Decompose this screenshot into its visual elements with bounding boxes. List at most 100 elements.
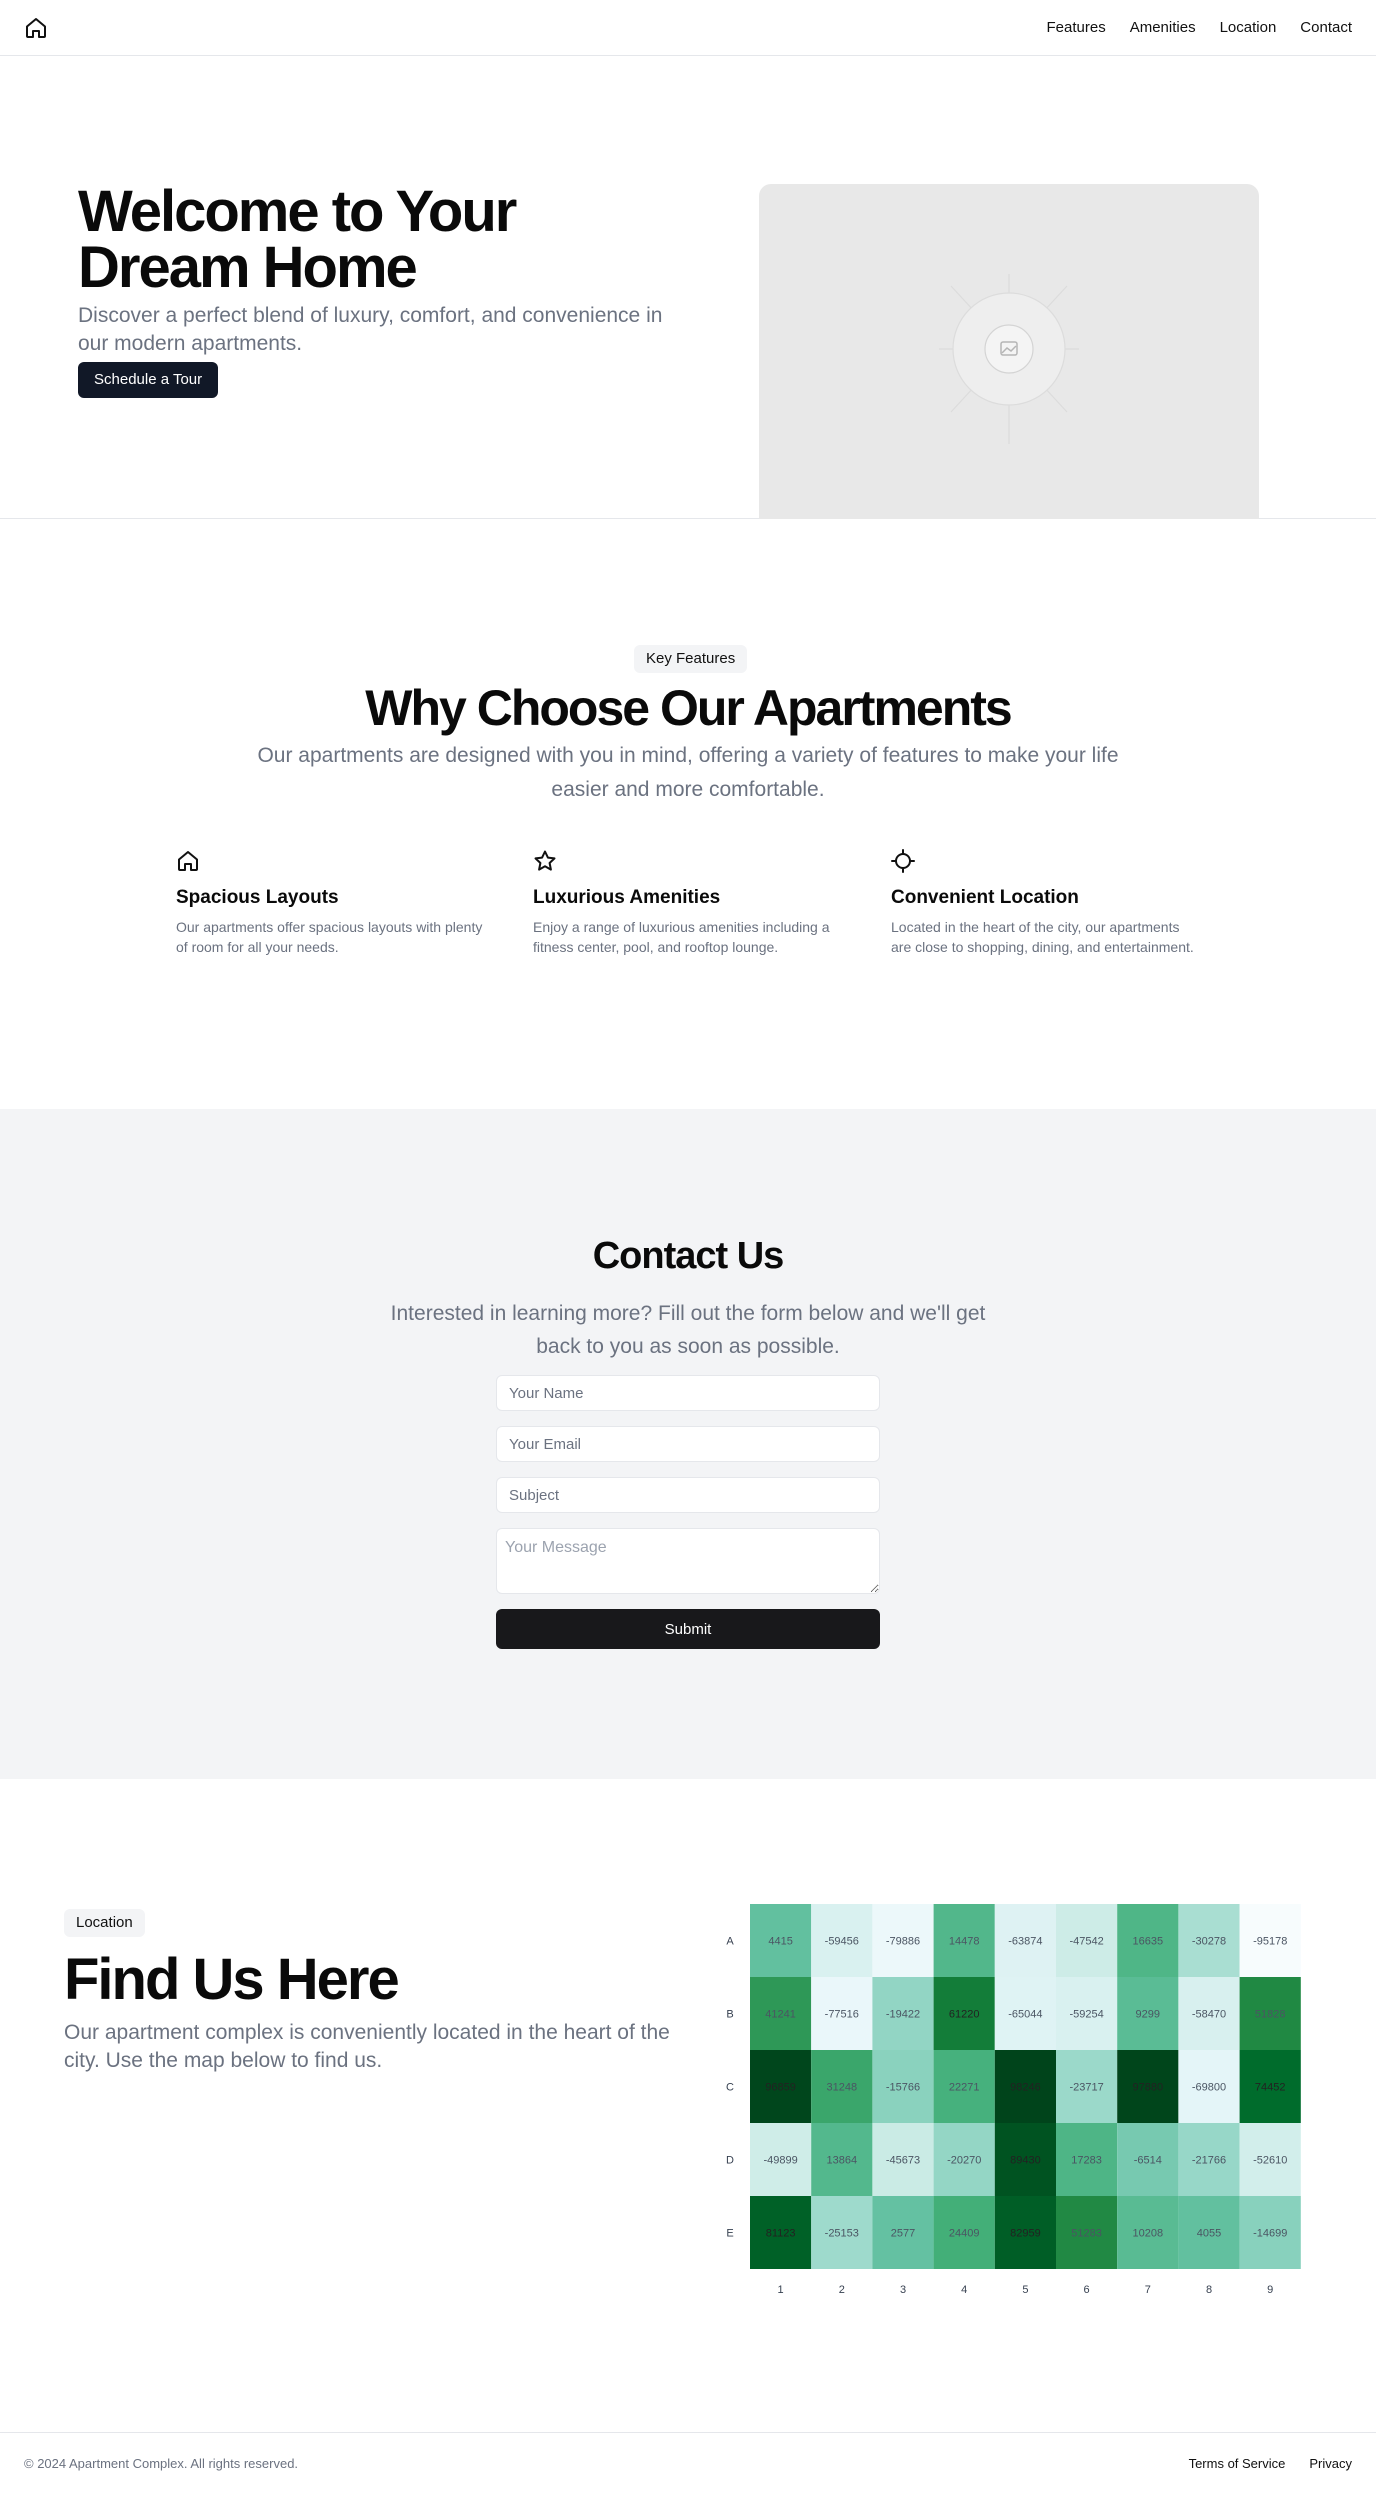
heatmap-cell-label: 22271 (949, 2082, 980, 2094)
heatmap-cell-label: 81123 (766, 2228, 796, 2240)
heatmap-row-label: C (726, 2082, 734, 2094)
name-field[interactable] (496, 1375, 880, 1411)
location-title: Find Us Here (64, 1947, 400, 2012)
feature-text: Enjoy a range of luxurious amenities inc… (533, 919, 830, 955)
heatmap-col-label: 1 (778, 2284, 784, 2296)
site-footer: © 2024 Apartment Complex. All rights res… (0, 2432, 1376, 2493)
footer-links: Terms of Service Privacy (1189, 2456, 1352, 2471)
heatmap-cell-label: 4055 (1197, 2228, 1221, 2240)
location-badge: Location (64, 1909, 145, 1937)
message-field[interactable] (496, 1528, 880, 1594)
email-field[interactable] (496, 1426, 880, 1462)
heatmap-cell-label: -77516 (825, 2009, 859, 2021)
heatmap-cell-label: 4415 (768, 1936, 792, 1948)
features-section: Key Features Why Choose Our Apartments O… (0, 519, 1376, 1109)
heatmap-row-label: E (726, 2228, 733, 2240)
heatmap-col-label: 7 (1145, 2284, 1151, 2296)
heatmap-cell-label: -21766 (1192, 2155, 1226, 2167)
heatmap-cell-label: 98246 (1010, 2082, 1041, 2094)
heatmap-cell-label: 13864 (827, 2155, 858, 2167)
feature-title: Convenient Location (891, 887, 1079, 908)
heatmap-cell-label: -23717 (1069, 2082, 1103, 2094)
heatmap-cell-label: 41241 (765, 2009, 796, 2021)
image-placeholder-icon (939, 274, 1079, 444)
nav-amenities[interactable]: Amenities (1130, 19, 1196, 36)
heatmap-cell-label: 51828 (1255, 2009, 1286, 2021)
heatmap-cell-label: 96859 (765, 2082, 796, 2094)
hero-title: Welcome to Your Dream Home (78, 179, 517, 300)
heatmap-cell-label: -14699 (1253, 2228, 1287, 2240)
heatmap-cell-label: 16635 (1133, 1936, 1164, 1948)
site-header: Features Amenities Location Contact (0, 0, 1376, 56)
heatmap-cell-label: -59456 (825, 1936, 859, 1948)
home-icon (176, 849, 200, 873)
nav-location[interactable]: Location (1220, 19, 1277, 36)
heatmap-cell-label: -47542 (1069, 1936, 1103, 1948)
features-badge: Key Features (634, 645, 748, 673)
home-icon[interactable] (24, 16, 48, 40)
location-section: Location Find Us Here Our apartment comp… (0, 1779, 1376, 2432)
features-subtitle: Our apartments are designed with you in … (257, 744, 1119, 801)
feature-spacious-layouts: Spacious Layouts Our apartments offer sp… (176, 849, 486, 957)
heatmap-cell-label: 82959 (1010, 2228, 1041, 2240)
heatmap-row-label: D (726, 2155, 734, 2167)
feature-text: Located in the heart of the city, our ap… (891, 919, 1194, 955)
heatmap-cell-label: -65044 (1008, 2009, 1042, 2021)
hero-section: Welcome to Your Dream Home Discover a pe… (0, 56, 1376, 519)
heatmap-cell-label: 17283 (1071, 2155, 1102, 2167)
star-icon (533, 849, 557, 873)
location-subtitle: Our apartment complex is conveniently lo… (64, 2021, 670, 2072)
heatmap-cell-label: 89430 (1010, 2155, 1041, 2167)
hero-subtitle: Discover a perfect blend of luxury, comf… (78, 304, 663, 355)
nav-contact[interactable]: Contact (1300, 19, 1352, 36)
heatmap-cell-label: -6514 (1134, 2155, 1162, 2167)
crosshair-icon (891, 849, 915, 873)
submit-button[interactable]: Submit (496, 1609, 880, 1649)
heatmap-cell-label: 2577 (891, 2228, 915, 2240)
heatmap-cell-label: -15766 (886, 2082, 920, 2094)
schedule-tour-button[interactable]: Schedule a Tour (78, 362, 219, 398)
heatmap-cell-label: -49899 (763, 2155, 797, 2167)
terms-link[interactable]: Terms of Service (1189, 2456, 1286, 2471)
heatmap-cell-label: -20270 (947, 2155, 981, 2167)
feature-title: Luxurious Amenities (533, 887, 721, 908)
contact-subtitle: Interested in learning more? Fill out th… (390, 1302, 986, 1358)
copyright-text: © 2024 Apartment Complex. All rights res… (24, 2455, 299, 2471)
contact-title: Contact Us (592, 1235, 785, 1277)
heatmap-col-label: 8 (1206, 2284, 1212, 2296)
heatmap-cell-label: -58470 (1192, 2009, 1226, 2021)
heatmap-cell-label: -59254 (1069, 2009, 1103, 2021)
heatmap-col-label: 2 (839, 2284, 845, 2296)
hero-image (759, 184, 1259, 519)
heatmap-col-label: 6 (1084, 2284, 1090, 2296)
subject-field[interactable] (496, 1477, 880, 1513)
heatmap-cell-label: 51283 (1071, 2228, 1102, 2240)
feature-convenient-location: Convenient Location Located in the heart… (891, 849, 1201, 957)
heatmap-cell-label: -63874 (1008, 1936, 1042, 1948)
heatmap-col-label: 3 (900, 2284, 906, 2296)
privacy-link[interactable]: Privacy (1309, 2456, 1352, 2471)
nav-features[interactable]: Features (1047, 19, 1106, 36)
hero-text: Welcome to Your Dream Home Discover a pe… (78, 179, 678, 398)
heatmap-row-label: A (726, 1936, 734, 1948)
heatmap-cell-label: -52610 (1253, 2155, 1287, 2167)
heatmap-col-label: 5 (1022, 2284, 1028, 2296)
contact-section: Contact Us Interested in learning more? … (0, 1109, 1376, 1779)
heatmap-cell-label: -69800 (1192, 2082, 1226, 2094)
heatmap-cell-label: -19422 (886, 2009, 920, 2021)
heatmap-cell-label: 31248 (827, 2082, 858, 2094)
heatmap-cell-label: 74452 (1255, 2082, 1286, 2094)
heatmap-cell-label: -45673 (886, 2155, 920, 2167)
location-heatmap: 4415 -59456 -79886 14478 -63874 -47542 16635 -3… (726, 1904, 1301, 2296)
heatmap-cell-label: 14478 (949, 1936, 980, 1948)
heatmap-cell-label: -30278 (1192, 1936, 1226, 1948)
heatmap-cell-label: -79886 (886, 1936, 920, 1948)
heatmap-cell-label: 24409 (949, 2228, 980, 2240)
main-nav: Features Amenities Location Contact (1047, 19, 1352, 36)
heatmap-cell-label: 97880 (1133, 2082, 1164, 2094)
heatmap-row-label: B (726, 2009, 733, 2021)
heatmap-col-label: 4 (961, 2284, 967, 2296)
heatmap-col-label: 9 (1267, 2284, 1273, 2296)
heatmap-cell-label: 9299 (1136, 2009, 1160, 2021)
feature-title: Spacious Layouts (176, 887, 339, 908)
